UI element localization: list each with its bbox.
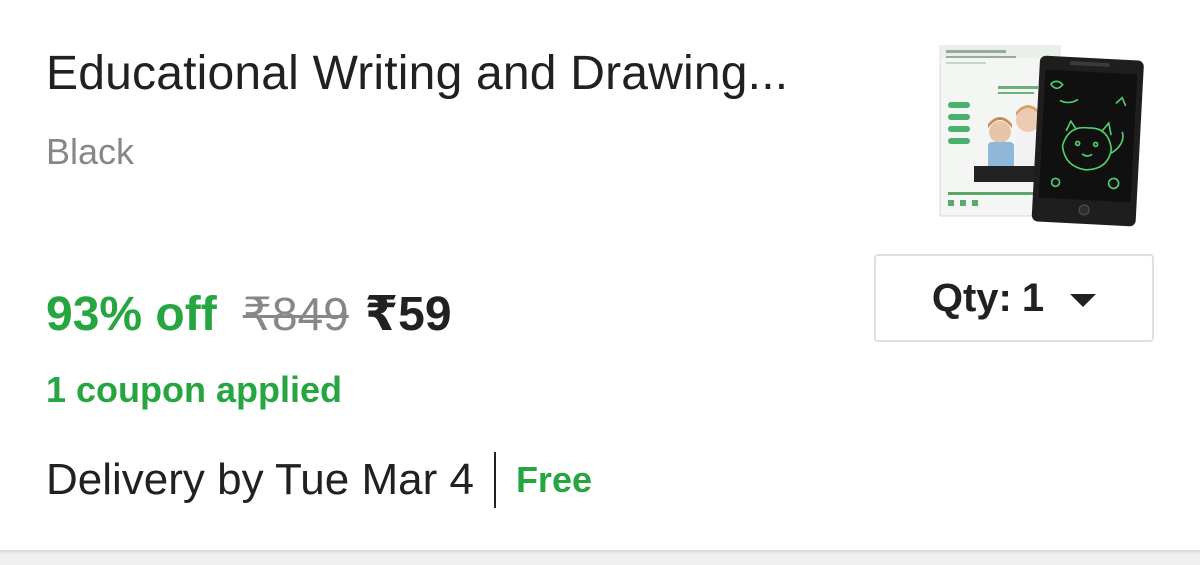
price-row: 93% off ₹849 ₹59 bbox=[46, 286, 452, 350]
divider bbox=[493, 452, 496, 508]
delivery-charge: Free bbox=[515, 459, 592, 500]
original-price: ₹849 bbox=[242, 288, 349, 340]
delivery-date: Delivery by Tue Mar 4 bbox=[46, 455, 474, 504]
chevron-down-icon bbox=[1070, 293, 1097, 307]
quantity-value: 1 bbox=[1021, 275, 1045, 320]
cart-item-card: Educational Writing and Drawing... Black bbox=[0, 0, 1200, 553]
product-title[interactable]: Educational Writing and Drawing... bbox=[46, 44, 876, 104]
quantity-dropdown[interactable]: Qty: 1 bbox=[874, 254, 1154, 342]
card-separator bbox=[0, 550, 1200, 565]
quantity-label: Qty: bbox=[931, 275, 1012, 320]
product-variant: Black bbox=[46, 131, 135, 172]
discount-percent: 93% off bbox=[46, 288, 217, 341]
delivery-info: Delivery by Tue Mar 4 Free bbox=[46, 450, 592, 510]
final-price: ₹59 bbox=[364, 288, 452, 341]
coupon-applied-text[interactable]: 1 coupon applied bbox=[46, 366, 342, 414]
product-thumbnail[interactable] bbox=[938, 42, 1148, 228]
